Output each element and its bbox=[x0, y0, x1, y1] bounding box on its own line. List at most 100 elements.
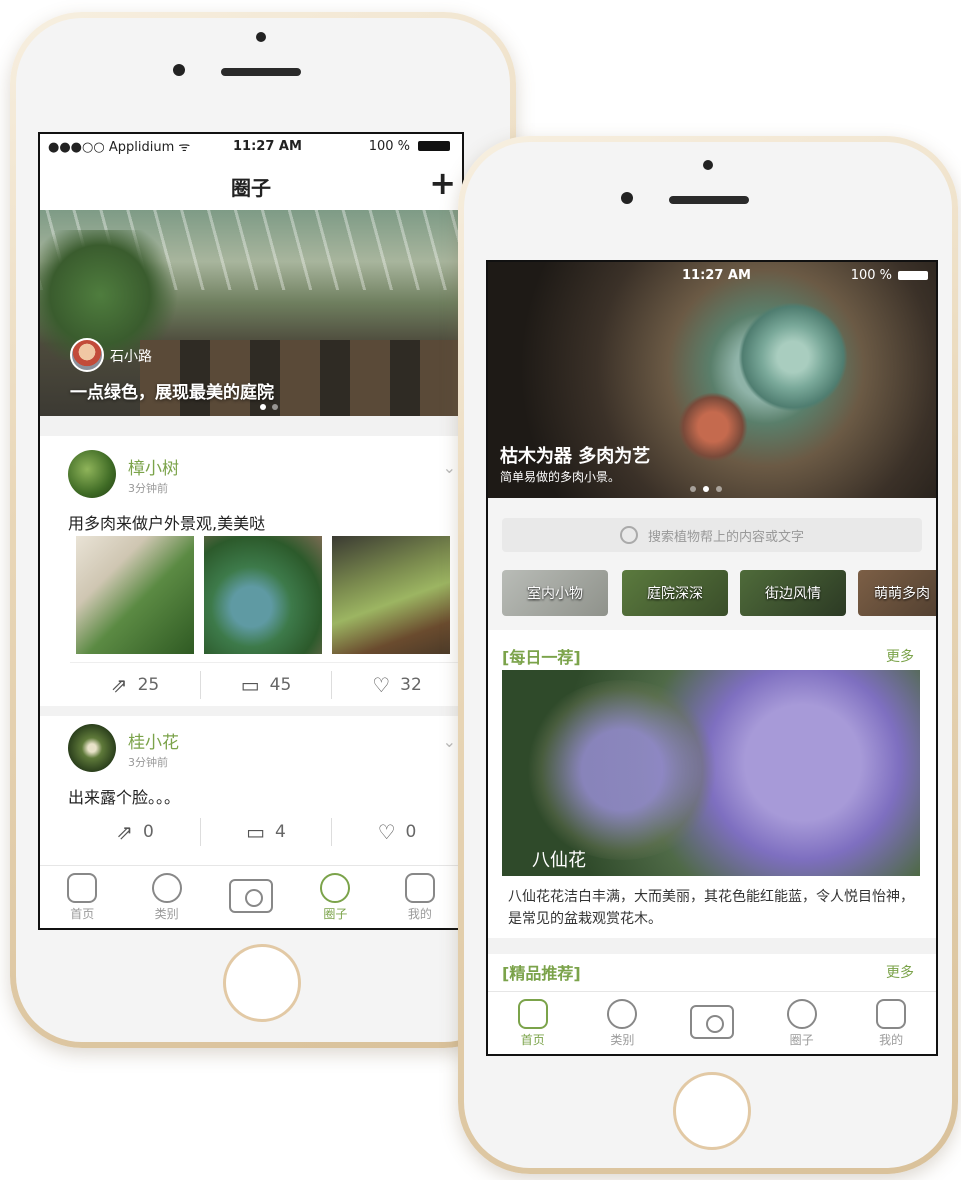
banner-image[interactable]: 石小路 一点绿色，展现最美的庭院 bbox=[40, 210, 462, 416]
comment-icon: ▭ bbox=[240, 673, 260, 697]
tab-circle[interactable]: 圈子 bbox=[757, 992, 847, 1054]
flower-name: 八仙花 bbox=[532, 850, 586, 871]
more-link[interactable]: 更多 bbox=[886, 646, 914, 666]
category-chip[interactable]: 室内小物 bbox=[502, 570, 608, 616]
tab-label: 类别 bbox=[154, 906, 179, 921]
comment-icon: ▭ bbox=[246, 820, 266, 844]
chevron-down-icon[interactable]: ⌄ bbox=[443, 458, 456, 477]
category-chip[interactable]: 街边风情 bbox=[740, 570, 846, 616]
tab-home[interactable]: 首页 bbox=[40, 866, 124, 928]
like-button[interactable]: ♡ 32 bbox=[332, 673, 462, 697]
front-camera bbox=[703, 160, 713, 170]
post-photo[interactable] bbox=[76, 536, 194, 654]
battery-text: 100 % bbox=[850, 268, 892, 283]
like-button[interactable]: ♡ 0 bbox=[332, 820, 462, 844]
tab-camera[interactable] bbox=[209, 866, 293, 928]
tab-label: 我的 bbox=[879, 1032, 904, 1047]
share-icon: ⇗ bbox=[116, 820, 133, 844]
post-username[interactable]: 樟小树 bbox=[128, 454, 179, 479]
featured-header: [精品推荐] 更多 bbox=[488, 956, 936, 988]
category-label: 萌萌多肉 bbox=[874, 586, 930, 602]
banner-pagination bbox=[260, 404, 278, 410]
post-text: 出来露个脸。。。 bbox=[68, 788, 181, 807]
category-label: 室内小物 bbox=[527, 586, 583, 602]
section-title: [每日一荐] bbox=[502, 648, 581, 667]
speaker bbox=[221, 68, 301, 76]
tab-profile[interactable]: 我的 bbox=[378, 866, 462, 928]
tab-bar: 首页 类别 圈子 我的 bbox=[40, 865, 462, 928]
share-count: 0 bbox=[142, 822, 154, 842]
speaker bbox=[669, 196, 749, 204]
post-card: 桂小花 3分钟前 ⌄ 出来露个脸。。。 ⇗ 0 ▭ 4 ♡ 0 bbox=[40, 716, 462, 864]
tab-profile[interactable]: 我的 bbox=[846, 992, 936, 1054]
avatar[interactable] bbox=[68, 450, 116, 498]
front-camera bbox=[256, 32, 266, 42]
feed-gap bbox=[40, 416, 462, 436]
category-icon bbox=[607, 998, 638, 1029]
home-icon bbox=[517, 998, 548, 1029]
category-icon bbox=[151, 872, 182, 903]
tab-label: 圈子 bbox=[323, 906, 348, 921]
post-card: 樟小树 3分钟前 ⌄ 用多肉来做户外景观,美美哒 ⇗ 25 ▭ 45 ♡ 32 bbox=[40, 436, 462, 700]
nav-bar: 圈子 + bbox=[40, 158, 462, 210]
category-strip: 室内小物 庭院深深 街边风情 萌萌多肉 bbox=[488, 556, 936, 630]
tab-home[interactable]: 首页 bbox=[488, 992, 578, 1054]
daily-header: [每日一荐] 更多 bbox=[488, 638, 936, 670]
comment-button[interactable]: ▭ 4 bbox=[201, 820, 331, 844]
more-link[interactable]: 更多 bbox=[886, 962, 914, 982]
circle-icon bbox=[786, 998, 817, 1029]
tab-label: 类别 bbox=[610, 1032, 635, 1047]
heart-icon: ♡ bbox=[377, 820, 396, 844]
tab-camera[interactable] bbox=[667, 992, 757, 1054]
tab-category[interactable]: 类别 bbox=[124, 866, 208, 928]
profile-icon bbox=[404, 872, 435, 903]
tab-label: 圈子 bbox=[789, 1032, 814, 1047]
category-chip[interactable]: 庭院深深 bbox=[622, 570, 728, 616]
battery-icon bbox=[898, 271, 928, 280]
tab-label: 首页 bbox=[520, 1032, 545, 1047]
tab-label: 我的 bbox=[407, 906, 432, 921]
comment-count: 4 bbox=[275, 822, 286, 842]
home-button[interactable] bbox=[673, 1072, 751, 1150]
category-label: 庭院深深 bbox=[647, 586, 703, 602]
hero-image[interactable]: 11:27 AM 100 % 枯木为器 多肉为艺 简单易做的多肉小景。 bbox=[488, 262, 936, 498]
profile-icon bbox=[876, 998, 907, 1029]
section-gap bbox=[488, 938, 936, 954]
home-button[interactable] bbox=[223, 944, 301, 1022]
right-screen: 11:27 AM 100 % 枯木为器 多肉为艺 简单易做的多肉小景。 搜索植物… bbox=[486, 260, 938, 1056]
post-photo[interactable] bbox=[332, 536, 450, 654]
avatar[interactable] bbox=[68, 724, 116, 772]
avatar[interactable] bbox=[70, 338, 104, 372]
hero-title: 枯木为器 多肉为艺 bbox=[500, 446, 651, 467]
heart-icon: ♡ bbox=[372, 673, 391, 697]
feed-gap bbox=[40, 706, 462, 716]
search-icon bbox=[619, 526, 638, 544]
camera-icon bbox=[229, 879, 274, 913]
tab-circle[interactable]: 圈子 bbox=[293, 866, 377, 928]
banner-caption: 一点绿色，展现最美的庭院 bbox=[70, 383, 274, 403]
share-button[interactable]: ⇗ 25 bbox=[70, 673, 200, 697]
left-screen: ●●●○○ Applidium ᯤ 11:27 AM 100 % 圈子 + 石小… bbox=[38, 132, 464, 930]
share-button[interactable]: ⇗ 0 bbox=[70, 820, 200, 844]
page-title: 圈子 bbox=[231, 176, 271, 200]
battery-icon bbox=[418, 141, 450, 151]
chevron-down-icon[interactable]: ⌄ bbox=[443, 732, 456, 751]
post-username[interactable]: 桂小花 bbox=[128, 728, 179, 753]
category-label: 街边风情 bbox=[765, 586, 821, 602]
daily-description: 八仙花花洁白丰满，大而美丽，其花色能红能蓝，令人悦目怡神，是常见的盆栽观赏花木。 bbox=[508, 889, 914, 927]
status-bar: ●●●○○ Applidium ᯤ 11:27 AM 100 % bbox=[40, 134, 462, 158]
like-count: 32 bbox=[400, 675, 422, 695]
sensor bbox=[621, 192, 633, 204]
comment-button[interactable]: ▭ 45 bbox=[201, 673, 331, 697]
search-bar[interactable]: 搜索植物帮上的内容或文字 bbox=[502, 518, 922, 552]
post-photo[interactable] bbox=[204, 536, 322, 654]
sensor bbox=[173, 64, 185, 76]
battery-text: 100 % bbox=[368, 138, 410, 154]
succulent bbox=[738, 302, 848, 412]
category-chip[interactable]: 萌萌多肉 bbox=[858, 570, 936, 616]
tab-category[interactable]: 类别 bbox=[578, 992, 668, 1054]
add-post-button[interactable]: + bbox=[429, 164, 456, 202]
clock-text: 11:27 AM bbox=[682, 268, 751, 283]
daily-image[interactable]: 八仙花 bbox=[502, 670, 920, 876]
like-count: 0 bbox=[405, 822, 417, 842]
